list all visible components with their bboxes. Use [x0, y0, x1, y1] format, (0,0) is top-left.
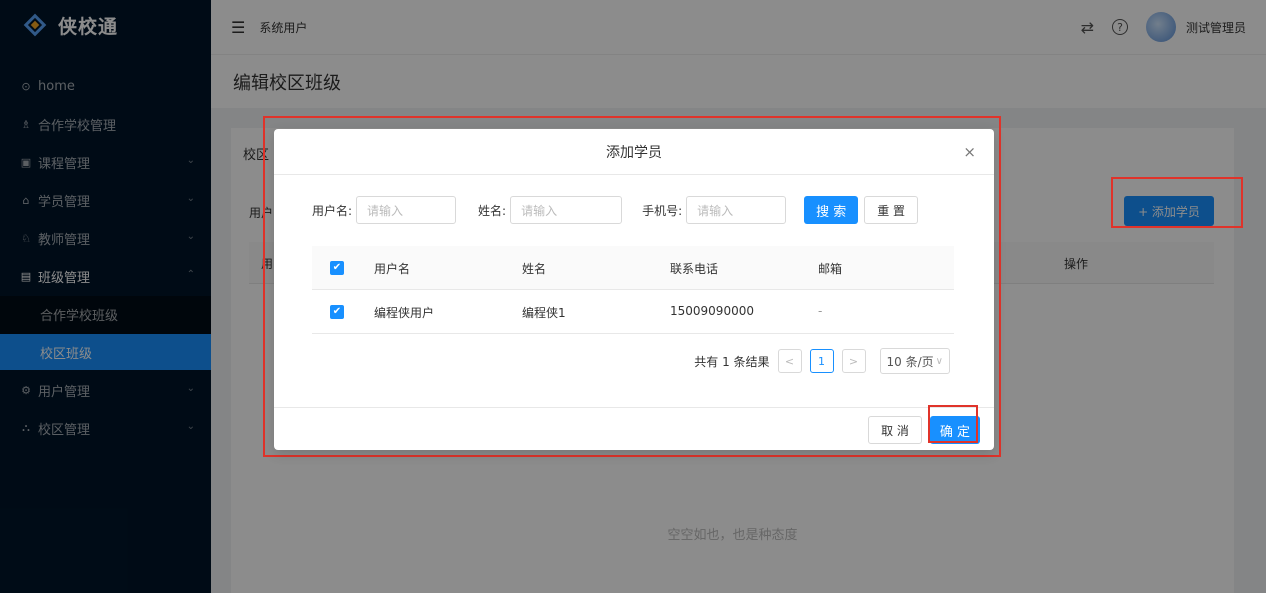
table-header-row: ✔ 用户名 姓名 联系电话 邮箱: [312, 246, 954, 290]
table-row[interactable]: ✔ 编程侠用户 编程侠1 15009090000 -: [312, 290, 954, 334]
phone-input[interactable]: 请输入: [686, 196, 787, 224]
page-size-value: 10 条/页: [886, 354, 934, 369]
modal-title: 添加学员: [606, 144, 662, 161]
page-number-button[interactable]: 1: [809, 349, 834, 373]
cell-email: -: [818, 304, 823, 318]
modal-header: 添加学员 ×: [274, 129, 994, 175]
table-header-cell: 联系电话: [670, 262, 719, 276]
row-checkbox[interactable]: ✔: [330, 305, 344, 319]
name-input[interactable]: 请输入: [510, 196, 623, 224]
table-header-cell: 邮箱: [818, 262, 843, 276]
cell-name: 编程侠1: [522, 306, 566, 320]
next-page-button[interactable]: >: [841, 349, 866, 373]
username-label: 用户名:: [312, 203, 353, 218]
cell-username: 编程侠用户: [374, 306, 435, 320]
pagination-total: 共有 1 条结果: [694, 354, 770, 369]
student-select-table: ✔ 用户名 姓名 联系电话 邮箱 ✔ 编程侠用户 编程侠1 1500909000…: [312, 246, 954, 334]
reset-button[interactable]: 重 置: [864, 196, 919, 224]
page-size-select[interactable]: 10 条/页 ∨: [879, 348, 950, 374]
cell-phone: 15009090000: [670, 304, 754, 318]
cancel-button[interactable]: 取 消: [868, 416, 922, 444]
annotation-box-confirm: [928, 405, 978, 443]
table-header-cell: 用户名: [374, 262, 411, 276]
search-form: 用户名: 请输入 姓名: 请输入 手机号: 请输入 搜 索 重 置: [312, 196, 919, 224]
prev-page-button[interactable]: <: [777, 349, 802, 373]
annotation-box-add-button: [1111, 177, 1243, 228]
phone-label: 手机号:: [642, 203, 683, 218]
name-label: 姓名:: [478, 203, 507, 218]
add-student-modal: 添加学员 × 用户名: 请输入 姓名: 请输入 手机号: 请输入 搜 索 重 置…: [274, 129, 994, 450]
username-input[interactable]: 请输入: [356, 196, 457, 224]
modal-footer: 取 消 确 定: [274, 407, 994, 450]
table-header-cell: 姓名: [522, 262, 547, 276]
search-button[interactable]: 搜 索: [804, 196, 859, 224]
select-all-checkbox[interactable]: ✔: [330, 261, 344, 275]
chevron-down-icon: ∨: [935, 355, 943, 367]
pagination: 共有 1 条结果 < 1 > 10 条/页 ∨: [694, 348, 950, 374]
close-icon[interactable]: ×: [963, 143, 976, 161]
